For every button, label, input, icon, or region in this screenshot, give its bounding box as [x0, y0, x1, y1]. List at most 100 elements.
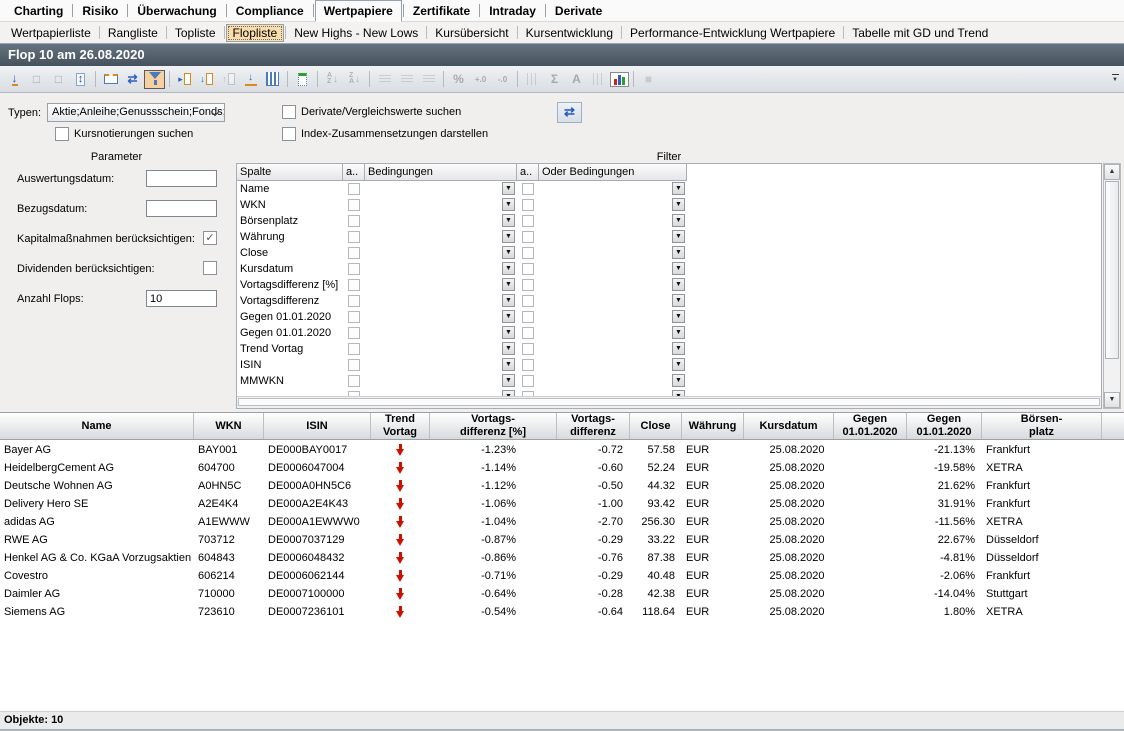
bedingungen-dropdown-button[interactable]: ▼ [502, 294, 515, 307]
oder-dropdown-button[interactable]: ▼ [672, 230, 685, 243]
oder-dropdown-button[interactable]: ▼ [672, 214, 685, 227]
bedingungen-dropdown-button[interactable]: ▼ [502, 246, 515, 259]
table-row[interactable]: Deutsche Wohnen AGA0HN5CDE000A0HN5C6-1.1… [0, 477, 1124, 495]
sub-tab-tabelle-mit-gd-und-trend[interactable]: Tabelle mit GD und Trend [845, 24, 995, 42]
table-row[interactable]: Covestro606214DE0006062144-0.71%-0.2940.… [0, 567, 1124, 585]
table-row[interactable]: Siemens AG723610DE0007236101-0.54%-0.641… [0, 603, 1124, 621]
sort-into-column-icon[interactable] [240, 70, 261, 89]
refresh-query-button[interactable]: ⇄ [557, 102, 582, 123]
oder-dropdown-button[interactable]: ▼ [672, 182, 685, 195]
bedingungen-dropdown-button[interactable]: ▼ [502, 230, 515, 243]
dividenden-ber-cksichtigen-checkbox[interactable] [203, 261, 217, 275]
new-window-icon[interactable] [100, 70, 121, 89]
oder-checkbox[interactable] [522, 263, 534, 275]
bedingungen-dropdown-button[interactable]: ▼ [502, 326, 515, 339]
column-header-close[interactable]: Close [630, 413, 682, 439]
oder-checkbox[interactable] [522, 359, 534, 371]
sub-tab-topliste[interactable]: Topliste [168, 24, 223, 42]
oder-checkbox[interactable] [522, 295, 534, 307]
export-icon[interactable]: ↓ [4, 70, 25, 89]
main-tab-wertpapiere[interactable]: Wertpapiere [315, 0, 402, 22]
table-row[interactable]: Daimler AG710000DE0007100000-0.64%-0.284… [0, 585, 1124, 603]
sub-tab-kurs-bersicht[interactable]: Kursübersicht [428, 24, 515, 42]
sub-tab-kursentwicklung[interactable]: Kursentwicklung [519, 24, 620, 42]
main-tab-zertifikate[interactable]: Zertifikate [405, 1, 478, 21]
column-header-gegen_bar[interactable]: Gegen01.01.2020 [834, 413, 907, 439]
column-header-vd[interactable]: Vortags-differenz [557, 413, 630, 439]
and-checkbox[interactable] [348, 263, 360, 275]
scroll-up-button[interactable]: ▲ [1104, 164, 1120, 180]
table-row[interactable]: Bayer AGBAY001DE000BAY0017-1.23%-0.7257.… [0, 441, 1124, 459]
table-row[interactable]: RWE AG703712DE0007037129-0.87%-0.2933.22… [0, 531, 1124, 549]
histogram-column-icon[interactable] [262, 70, 283, 89]
oder-dropdown-button[interactable]: ▼ [672, 246, 685, 259]
column-header-gegen_pct[interactable]: Gegen01.01.2020 [907, 413, 982, 439]
and-checkbox[interactable] [348, 231, 360, 243]
table-row[interactable]: Henkel AG & Co. KGaA Vorzugsaktien604843… [0, 549, 1124, 567]
fit-height-icon[interactable]: ↕ [70, 70, 91, 89]
bedingungen-dropdown-button[interactable]: ▼ [502, 262, 515, 275]
bedingungen-dropdown-button[interactable]: ▼ [502, 278, 515, 291]
bedingungen-dropdown-button[interactable]: ▼ [502, 374, 515, 387]
oder-dropdown-button[interactable]: ▼ [672, 262, 685, 275]
index-checkbox[interactable] [282, 127, 296, 141]
oder-checkbox[interactable] [522, 279, 534, 291]
and-checkbox[interactable] [348, 199, 360, 211]
main-tab-charting[interactable]: Charting [6, 1, 71, 21]
oder-checkbox[interactable] [522, 375, 534, 387]
and-checkbox[interactable] [348, 375, 360, 387]
column-header-kursdatum[interactable]: Kursdatum [744, 413, 834, 439]
and-checkbox[interactable] [348, 247, 360, 259]
oder-checkbox[interactable] [522, 183, 534, 195]
mark-column-icon[interactable] [292, 70, 313, 89]
chart-icon[interactable] [610, 72, 629, 87]
and-checkbox[interactable] [348, 343, 360, 355]
oder-checkbox[interactable] [522, 215, 534, 227]
oder-checkbox[interactable] [522, 231, 534, 243]
filter-icon[interactable] [144, 70, 165, 89]
column-header-wkn[interactable]: WKN [194, 413, 264, 439]
table-row[interactable]: adidas AGA1EWWWDE000A1EWWW0-1.04%-2.7025… [0, 513, 1124, 531]
oder-dropdown-button[interactable]: ▼ [672, 374, 685, 387]
bedingungen-dropdown-button[interactable]: ▼ [502, 198, 515, 211]
bedingungen-dropdown-button[interactable]: ▼ [502, 310, 515, 323]
typen-select[interactable]: Aktie;Anleihe;Genussschein;Fonds;K( [47, 103, 225, 122]
derivate-checkbox[interactable] [282, 105, 296, 119]
oder-checkbox[interactable] [522, 311, 534, 323]
sub-tab-flopliste[interactable]: Flopliste [226, 24, 285, 42]
insert-column-right-icon[interactable] [174, 70, 195, 89]
bedingungen-dropdown-button[interactable]: ▼ [502, 182, 515, 195]
oder-dropdown-button[interactable]: ▼ [672, 310, 685, 323]
and-checkbox[interactable] [348, 215, 360, 227]
main-tab-risiko[interactable]: Risiko [74, 1, 126, 21]
main-tab-compliance[interactable]: Compliance [228, 1, 312, 21]
table-row[interactable]: Delivery Hero SEA2E4K4DE000A2E4K43-1.06%… [0, 495, 1124, 513]
sub-tab-wertpapierliste[interactable]: Wertpapierliste [4, 24, 98, 42]
main-tab-intraday[interactable]: Intraday [481, 1, 544, 21]
column-header-vd_pct[interactable]: Vortags-differenz [%] [430, 413, 557, 439]
column-header-name[interactable]: Name [0, 413, 194, 439]
oder-dropdown-button[interactable]: ▼ [672, 198, 685, 211]
sub-tab-rangliste[interactable]: Rangliste [101, 24, 165, 42]
bedingungen-dropdown-button[interactable]: ▼ [502, 214, 515, 227]
main-tab-derivate[interactable]: Derivate [547, 1, 610, 21]
and-checkbox[interactable] [348, 295, 360, 307]
oder-dropdown-button[interactable]: ▼ [672, 358, 685, 371]
oder-dropdown-button[interactable]: ▼ [672, 342, 685, 355]
filter-horizontal-scrollbar[interactable] [237, 396, 1101, 408]
column-header-trend[interactable]: TrendVortag [371, 413, 430, 439]
refresh-icon[interactable]: ⇄ [122, 70, 143, 89]
sub-tab-new-highs-new-lows[interactable]: New Highs - New Lows [287, 24, 425, 42]
anzahl-flops-input[interactable] [146, 290, 217, 307]
table-row[interactable]: HeidelbergCement AG604700DE0006047004-1.… [0, 459, 1124, 477]
toolbar-overflow-button[interactable]: ▼ [1109, 71, 1121, 87]
oder-dropdown-button[interactable]: ▼ [672, 278, 685, 291]
column-header-boerse[interactable]: Börsen-platz [982, 413, 1102, 439]
bezugsdatum-input[interactable] [146, 200, 217, 217]
scroll-down-button[interactable]: ▼ [1104, 392, 1120, 408]
bedingungen-dropdown-button[interactable]: ▼ [502, 342, 515, 355]
and-checkbox[interactable] [348, 327, 360, 339]
oder-dropdown-button[interactable]: ▼ [672, 294, 685, 307]
oder-checkbox[interactable] [522, 343, 534, 355]
column-header-isin[interactable]: ISIN [264, 413, 371, 439]
